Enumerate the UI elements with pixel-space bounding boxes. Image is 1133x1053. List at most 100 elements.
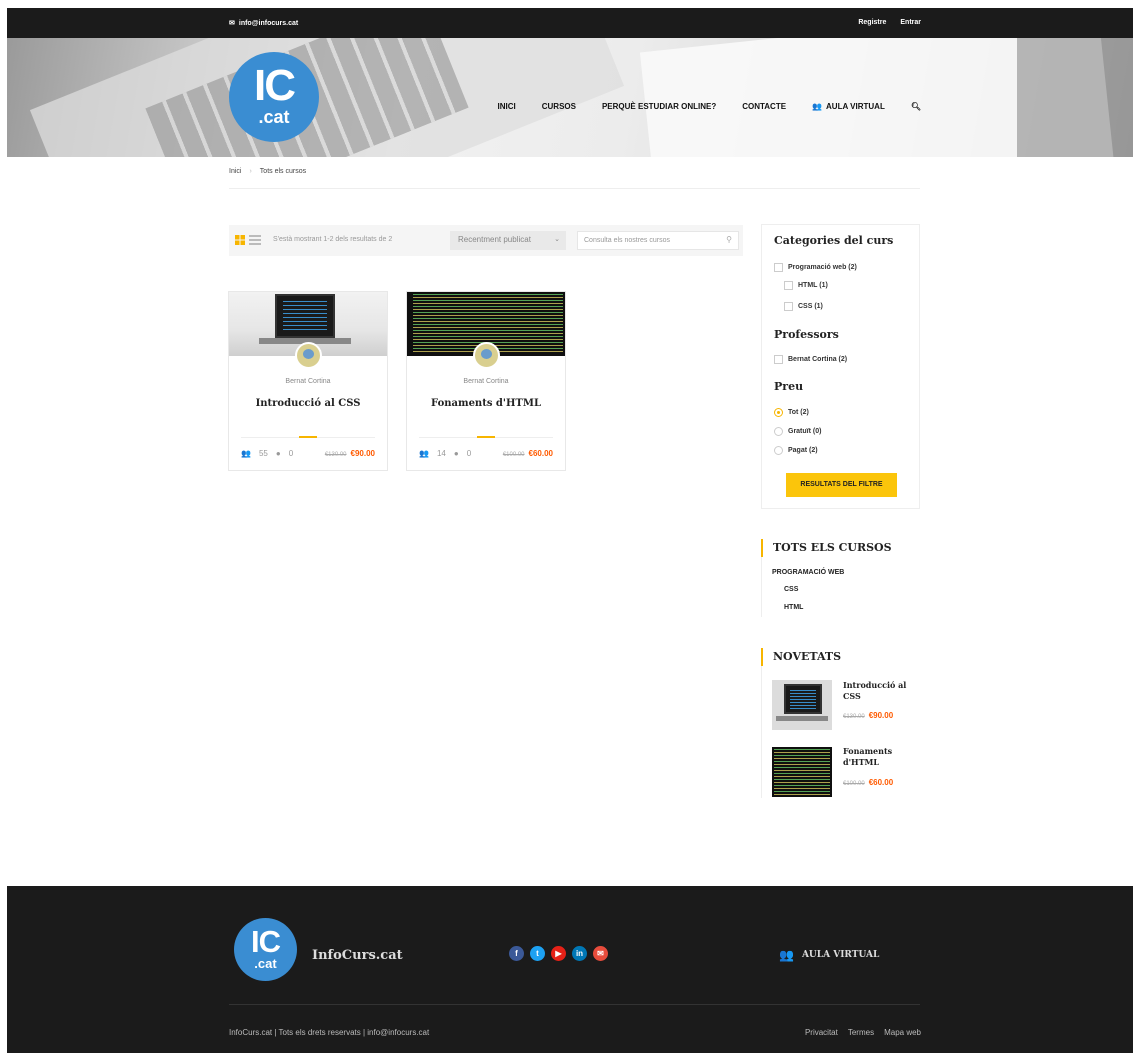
filter-teacher-bernat[interactable]: Bernat Cortina (2)	[774, 355, 847, 364]
all-courses-title: TOTS ELS CURSOS	[761, 539, 892, 557]
course-price: €130.00 €90.00	[325, 449, 375, 458]
hero-cup-image	[1017, 38, 1133, 157]
search-icon[interactable]: 🔍︎	[911, 102, 921, 111]
divider	[761, 666, 762, 798]
facebook-icon[interactable]: f	[509, 946, 524, 961]
old-price: €130.00	[324, 452, 347, 458]
comments-count: 0	[466, 449, 472, 458]
nav-item-inici[interactable]: INICI	[498, 102, 516, 111]
old-price: €100.00	[502, 452, 525, 458]
filter-category-css[interactable]: CSS (1)	[784, 302, 823, 311]
topbar-email-link[interactable]: ✉ info@infocurs.cat	[229, 19, 299, 28]
footer-links: Privacitat Termes Mapa web	[805, 1028, 921, 1037]
checkbox[interactable]	[784, 302, 793, 311]
twitter-icon[interactable]: t	[530, 946, 545, 961]
results-count: S'està mostrant 1-2 dels resultats de 2	[273, 236, 393, 243]
course-search-input[interactable]: Consulta els nostres cursos ⚲	[577, 231, 739, 250]
users-icon: 👥	[812, 102, 823, 111]
students-icon: 👥	[241, 449, 251, 458]
comments-icon: ●	[453, 449, 459, 458]
filter-results-button[interactable]: RESULTATS DEL FILTRE	[786, 473, 897, 497]
accent-bar	[477, 436, 495, 438]
footer-aula-label: AULA VIRTUAL	[801, 950, 880, 960]
filter-category-html[interactable]: HTML (1)	[784, 281, 828, 290]
chevron-down-icon: ⌄	[554, 236, 560, 243]
radio[interactable]	[774, 427, 783, 436]
filter-label: Tot (2)	[788, 409, 809, 416]
news-thumbnail-css[interactable]	[772, 680, 832, 730]
footer-link-mapa-web[interactable]: Mapa web	[884, 1028, 921, 1037]
filter-price-title: Preu	[774, 380, 804, 393]
topbar-email: info@infocurs.cat	[238, 19, 299, 27]
author-avatar	[473, 342, 500, 369]
footer-logo[interactable]: IC .cat	[234, 918, 297, 981]
list-view-icon[interactable]	[249, 235, 261, 245]
course-card[interactable]: Bernat Cortina Fonaments d'HTML 👥 14 ● 0…	[406, 291, 566, 471]
main-nav: INICI CURSOS PERQUÈ ESTUDIAR ONLINE? CON…	[498, 102, 922, 111]
logo-main-text: IC	[254, 61, 296, 110]
site-logo[interactable]: IC .cat	[229, 52, 319, 142]
news-title: NOVETATS	[761, 648, 841, 666]
course-title[interactable]: Fonaments d'HTML	[407, 398, 565, 409]
checkbox[interactable]	[774, 263, 783, 272]
nav-item-aula-virtual[interactable]: 👥 AULA VIRTUAL	[812, 102, 885, 111]
news-item-title[interactable]: Fonaments d'HTML	[843, 746, 913, 768]
footer-copyright: InfoCurs.cat | Tots els drets reservats …	[229, 1028, 430, 1037]
search-placeholder: Consulta els nostres cursos	[584, 237, 670, 244]
course-card[interactable]: Bernat Cortina Introducció al CSS 👥 55 ●…	[228, 291, 388, 471]
footer-link-privacitat[interactable]: Privacitat	[805, 1028, 838, 1037]
news-thumbnail-html[interactable]	[772, 747, 832, 797]
top-bar: ✉ info@infocurs.cat Registre Entrar	[7, 8, 1133, 38]
nav-item-cursos[interactable]: CURSOS	[542, 102, 576, 111]
news-item-price: €100.00 €60.00	[843, 778, 893, 787]
footer: IC .cat InfoCurs.cat f t ▶ in ✉ 👥 AULA V…	[7, 886, 1133, 1053]
register-link[interactable]: Registre	[858, 19, 886, 26]
category-css[interactable]: CSS	[784, 586, 798, 593]
filter-label: Pagat (2)	[788, 447, 818, 454]
students-count: 14	[436, 449, 446, 458]
filter-label: CSS (1)	[798, 303, 823, 310]
footer-aula-virtual[interactable]: 👥 AULA VIRTUAL	[779, 948, 879, 962]
filter-price-tot[interactable]: Tot (2)	[774, 408, 809, 417]
filter-category-programacio[interactable]: Programació web (2)	[774, 263, 857, 272]
sort-select-value: Recentment publicat	[458, 235, 531, 244]
students-icon: 👥	[419, 449, 429, 458]
sale-price: €60.00	[528, 449, 553, 458]
course-author[interactable]: Bernat Cortina	[407, 378, 565, 385]
filter-price-gratuit[interactable]: Gratuït (0)	[774, 427, 821, 436]
nav-aula-label: AULA VIRTUAL	[826, 102, 885, 111]
filter-price-pagat[interactable]: Pagat (2)	[774, 446, 818, 455]
radio-selected[interactable]	[774, 408, 783, 417]
divider	[229, 188, 920, 189]
radio[interactable]	[774, 446, 783, 455]
filter-label: HTML (1)	[798, 282, 828, 289]
filter-label: Programació web (2)	[788, 264, 857, 271]
login-link[interactable]: Entrar	[900, 19, 921, 26]
category-html[interactable]: HTML	[784, 604, 803, 611]
divider	[761, 557, 762, 617]
course-title[interactable]: Introducció al CSS	[229, 398, 387, 409]
linkedin-icon[interactable]: in	[572, 946, 587, 961]
course-author[interactable]: Bernat Cortina	[229, 378, 387, 385]
nav-item-contacte[interactable]: CONTACTE	[742, 102, 786, 111]
logo-sub-text: .cat	[258, 107, 290, 127]
breadcrumb: Inici › Tots els cursos	[229, 168, 306, 175]
sale-price: €90.00	[868, 711, 894, 720]
footer-link-termes[interactable]: Termes	[848, 1028, 874, 1037]
news-item-title[interactable]: Introducció al CSS	[843, 680, 913, 702]
checkbox[interactable]	[784, 281, 793, 290]
grid-view-icon[interactable]	[235, 235, 245, 245]
social-links: f t ▶ in ✉	[509, 946, 608, 961]
news-item-price: €130.00 €90.00	[843, 711, 893, 720]
nav-item-perque[interactable]: PERQUÈ ESTUDIAR ONLINE?	[602, 102, 716, 111]
checkbox[interactable]	[774, 355, 783, 364]
filter-label: Bernat Cortina (2)	[788, 356, 848, 363]
breadcrumb-home[interactable]: Inici	[229, 168, 241, 175]
youtube-icon[interactable]: ▶	[551, 946, 566, 961]
category-programacio-web[interactable]: PROGRAMACIÓ WEB	[772, 569, 844, 576]
students-count: 55	[258, 449, 268, 458]
search-icon[interactable]: ⚲	[726, 235, 732, 244]
email-icon[interactable]: ✉	[593, 946, 608, 961]
old-price: €130.00	[843, 714, 865, 720]
sort-select[interactable]: Recentment publicat ⌄	[450, 231, 566, 250]
